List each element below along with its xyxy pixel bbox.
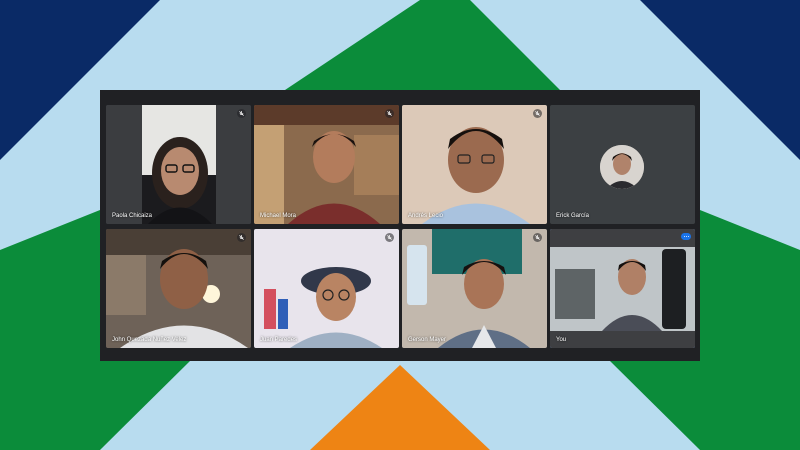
participant-tile-paola[interactable]: Paola Chicaiza [106,105,251,224]
video-feed [254,229,399,348]
participant-tile-michael[interactable]: Michael Mora [254,105,399,224]
participant-tile-erick[interactable]: Erick García [550,105,695,224]
mic-off-icon [533,109,542,118]
participant-name: You [556,337,567,343]
participant-name: Paola Chicaiza [112,213,153,219]
mic-off-icon [385,109,394,118]
video-feed [106,105,251,224]
video-feed [106,229,251,348]
participant-tile-andres[interactable]: Andrés Lecio [402,105,547,224]
avatar [600,145,644,189]
participant-name: Erick García [556,213,590,219]
participant-tile-juan[interactable]: Juan Paredes [254,229,399,348]
video-feed [550,229,695,348]
mic-off-icon [237,233,246,242]
meeting-grid: Paola Chicaiza Michael Mora Andrés Lecio… [100,90,700,361]
mic-off-icon [237,109,246,118]
participant-tile-john[interactable]: John Quezada Nuñez Velez [106,229,251,348]
participant-tile-gerson[interactable]: Gerson Mayer [402,229,547,348]
participant-name: Andrés Lecio [408,213,444,219]
video-feed [254,105,399,224]
mic-off-icon [533,233,542,242]
mic-off-icon [385,233,394,242]
participant-tile-you[interactable]: You [550,229,695,348]
participant-name: Michael Mora [260,213,297,219]
video-feed [402,105,547,224]
video-feed [402,229,547,348]
participant-name: Juan Paredes [260,337,298,343]
participant-name: John Quezada Nuñez Velez [112,337,187,343]
participant-name: Gerson Mayer [408,337,447,343]
speaking-indicator-icon [681,233,691,240]
